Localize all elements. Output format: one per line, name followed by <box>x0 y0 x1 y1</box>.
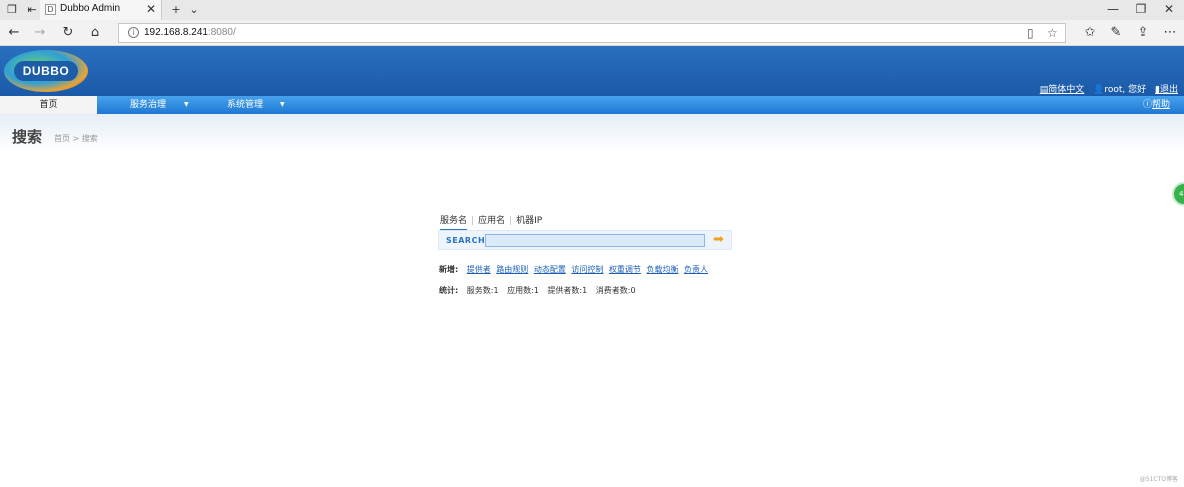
help-link[interactable]: ⓘ帮助 <box>1143 96 1170 114</box>
add-row: 新增: 提供者 路由规则 动态配置 访问控制 权重调节 负载均衡 负责人 <box>439 264 711 275</box>
app-header: DUBBO ▤简体中文 👤root, 您好 ▮退出 <box>0 46 1184 96</box>
add-config-link[interactable]: 动态配置 <box>534 265 566 274</box>
tab-machine-ip[interactable]: 机器IP <box>516 213 542 229</box>
search-bar: SEARCH ➡ <box>438 230 732 250</box>
url-text: 192.168.8.241:8080/ <box>144 27 236 38</box>
dropdown-arrow-icon[interactable]: ▼ <box>280 96 285 114</box>
menu-home[interactable]: 首页 <box>0 96 97 114</box>
logo-text: DUBBO <box>14 61 78 81</box>
tab-service-name[interactable]: 服务名 <box>440 213 468 231</box>
watermark: @51CTO博客 <box>1139 476 1178 483</box>
minimize-icon[interactable]: — <box>1106 2 1120 16</box>
refresh-icon[interactable]: ↻ <box>60 25 76 40</box>
tab-list-chevron-icon[interactable]: ⌄ <box>186 2 202 18</box>
add-provider-link[interactable]: 提供者 <box>467 265 491 274</box>
stat-apps: 应用数:1 <box>507 286 539 295</box>
page-title: 搜索 <box>12 128 43 146</box>
tab-divider: | <box>471 216 475 226</box>
tab-divider: | <box>509 216 513 226</box>
web-note-icon[interactable]: ✎ <box>1108 25 1124 40</box>
add-route-link[interactable]: 路由规则 <box>496 265 528 274</box>
set-aside-tabs-icon[interactable]: ⇤ <box>24 2 40 18</box>
info-icon[interactable]: i <box>128 27 139 38</box>
close-tab-icon[interactable]: ✕ <box>146 2 156 16</box>
address-bar[interactable]: i 192.168.8.241:8080/ ▯ ☆ <box>118 23 1066 43</box>
restore-icon[interactable]: ❐ <box>1134 2 1148 16</box>
search-arrow-icon[interactable]: ➡ <box>713 233 727 247</box>
stat-consumers: 消费者数:0 <box>595 286 636 295</box>
new-tab-icon[interactable]: + <box>168 2 184 18</box>
stats-label: 统计: <box>439 286 459 295</box>
header-links: ▤简体中文 👤root, 您好 ▮退出 <box>1034 82 1178 95</box>
add-label: 新增: <box>439 265 459 274</box>
add-owner-link[interactable]: 负责人 <box>684 265 708 274</box>
browser-nav-bar: ← → ↻ ⌂ i 192.168.8.241:8080/ ▯ ☆ ✩ ✎ ⇪ … <box>0 20 1184 46</box>
search-tabs: 服务名 | 应用名 | 机器IP <box>440 213 546 231</box>
reading-view-icon[interactable]: ▯ <box>1027 26 1034 40</box>
stat-providers: 提供者数:1 <box>547 286 588 295</box>
add-loadbalance-link[interactable]: 负载均衡 <box>646 265 678 274</box>
user-greeting: 👤root, 您好 <box>1093 85 1147 95</box>
menu-system-management[interactable]: 系统管理 <box>227 96 263 114</box>
close-window-icon[interactable]: ✕ <box>1162 2 1176 16</box>
add-weight-link[interactable]: 权重调节 <box>609 265 641 274</box>
back-icon[interactable]: ← <box>6 25 22 40</box>
stat-services: 服务数:1 <box>466 286 499 295</box>
title-area: 搜索 首页 > 搜索 <box>0 114 1184 154</box>
share-icon[interactable]: ⇪ <box>1135 25 1151 40</box>
dropdown-arrow-icon[interactable]: ▼ <box>184 96 189 114</box>
add-access-link[interactable]: 访问控制 <box>571 265 603 274</box>
favicon-icon: D <box>45 4 56 15</box>
favorites-list-icon[interactable]: ✩ <box>1082 25 1098 40</box>
language-link[interactable]: ▤简体中文 <box>1040 85 1085 95</box>
tab-app-name[interactable]: 应用名 <box>478 213 505 229</box>
forward-icon[interactable]: → <box>32 25 48 40</box>
browser-tab-strip: ❐ ⇤ D Dubbo Admin ✕ + ⌄ — ❐ ✕ <box>0 0 1184 20</box>
favorite-star-icon[interactable]: ☆ <box>1047 26 1058 40</box>
search-label: SEARCH <box>446 236 486 245</box>
breadcrumb: 首页 > 搜索 <box>54 134 98 143</box>
floating-badge[interactable]: 47 <box>1172 182 1184 206</box>
logout-link[interactable]: ▮退出 <box>1155 85 1178 95</box>
tab-title: Dubbo Admin <box>60 3 121 14</box>
browser-tab[interactable]: D Dubbo Admin ✕ <box>40 0 162 20</box>
menu-service-governance[interactable]: 服务治理 <box>130 96 166 114</box>
search-input[interactable] <box>485 234 705 247</box>
stats-row: 统计: 服务数:1 应用数:1 提供者数:1 消费者数:0 <box>439 285 642 296</box>
dubbo-logo[interactable]: DUBBO <box>4 50 88 92</box>
tab-actions-icon[interactable]: ❐ <box>4 2 20 18</box>
main-menu: 首页 服务治理 ▼ 系统管理 ▼ ⓘ帮助 <box>0 96 1184 114</box>
home-icon[interactable]: ⌂ <box>87 25 103 40</box>
more-icon[interactable]: ⋯ <box>1162 25 1178 40</box>
